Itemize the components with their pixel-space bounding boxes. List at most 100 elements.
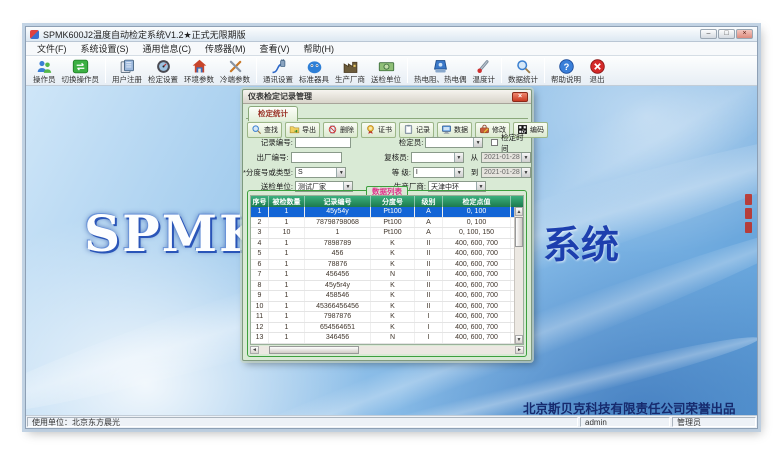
table-cell: 1 [269, 207, 305, 217]
table-row[interactable]: 71456456NII400, 600, 700 [251, 270, 523, 281]
table-row[interactable]: 141547s56s5sKII180, 300, 500 [251, 344, 523, 346]
table-body: 1145y54yPt100A0, 1002178798798068Pt100A0… [251, 207, 523, 345]
toolbar-button-money[interactable]: 送检单位 [368, 57, 404, 85]
house-icon [191, 58, 208, 76]
scroll-left-arrow[interactable]: ◄ [250, 346, 259, 354]
table-cell: 1 [269, 249, 305, 259]
from-date-picker[interactable]: 2021-01-28▼ [481, 152, 531, 163]
horizontal-scrollbar[interactable]: ◄ ► [250, 346, 524, 354]
menu-item[interactable]: 查看(V) [253, 41, 297, 56]
column-header[interactable]: 检定点值 [443, 196, 511, 207]
scroll-right-arrow[interactable]: ► [515, 346, 524, 354]
to-date-picker[interactable]: 2021-01-28▼ [481, 167, 531, 178]
maximize-button[interactable]: □ [718, 29, 735, 39]
table-row[interactable]: 131346456NI400, 600, 700 [251, 333, 523, 344]
close-button[interactable]: × [736, 29, 753, 39]
toolbar-button-exit[interactable]: 退出 [584, 57, 610, 85]
grade-combo[interactable]: I▼ [413, 167, 464, 178]
register-icon [119, 58, 136, 76]
reviewer-label: 复核员: [345, 152, 409, 163]
toolbar-button-plug[interactable]: 通讯设置 [260, 57, 296, 85]
table-cell: 1 [269, 291, 305, 301]
record-no-input[interactable] [295, 137, 351, 148]
toolbar-button-gauge[interactable]: 检定设置 [145, 57, 181, 85]
menu-item[interactable]: 传感器(M) [198, 41, 253, 56]
vertical-scrollbar[interactable]: ▲ ▼ [514, 207, 523, 344]
toolbar-separator [544, 58, 545, 83]
table-row[interactable]: 417898789KII400, 600, 700 [251, 239, 523, 250]
table-row[interactable]: 51456KII400, 600, 700 [251, 249, 523, 260]
dialog-close-button[interactable]: × [512, 92, 528, 102]
table-cell: N [371, 270, 415, 280]
table-row[interactable]: 10145366456456KII400, 600, 700 [251, 302, 523, 313]
table-cell: 400, 600, 700 [443, 323, 511, 333]
table-cell: 10 [251, 302, 269, 312]
toolbar-button-magnifier[interactable]: 数据统计 [505, 57, 541, 85]
column-header[interactable]: 序号 [251, 196, 269, 207]
table-cell: 458546 [305, 291, 371, 301]
toolbar-button-switch[interactable]: 切换操作员 [59, 57, 103, 85]
vertical-scroll-thumb[interactable] [515, 217, 523, 247]
table-cell: 45y5r4y [305, 281, 371, 291]
factory-no-input[interactable] [291, 152, 343, 163]
toolbar-separator [256, 58, 257, 83]
table-cell: K [371, 260, 415, 270]
table-header-row: 序号被检数量记录编号分度号级别检定点值 [251, 196, 523, 207]
table-cell: 45y54y [305, 207, 371, 217]
table-cell: 0, 100, 150 [443, 228, 511, 238]
toolbar-button-sensor[interactable]: 热电阻、热电偶 [411, 57, 470, 85]
table-cell: 8 [251, 281, 269, 291]
record-no-label: 记录编号: [243, 137, 293, 148]
toolbar-button-thermometer[interactable]: 温度计 [470, 57, 499, 85]
table-cell: Pt100 [371, 218, 415, 228]
table-row[interactable]: 3101Pt100A0, 100, 150 [251, 228, 523, 239]
menu-item[interactable]: 通用信息(C) [136, 41, 199, 56]
toolbar-button-label: 标准器具 [299, 76, 329, 84]
minimize-button[interactable]: – [700, 29, 717, 39]
table-cell: I [415, 312, 443, 322]
tab-verification-statistics[interactable]: 检定统计 [248, 106, 298, 121]
table-row[interactable]: 121654564651KI400, 600, 700 [251, 323, 523, 334]
table-row[interactable]: 1145y54yPt100A0, 100 [251, 207, 523, 218]
reviewer-combo[interactable]: ▼ [411, 152, 464, 163]
horizontal-scroll-thumb[interactable] [269, 346, 359, 354]
toolbar-separator [501, 58, 502, 83]
column-header[interactable]: 级别 [415, 196, 443, 207]
toolbar-button-meter[interactable]: 标准器具 [296, 57, 332, 85]
table-cell: A [415, 218, 443, 228]
toolbar-button-label: 操作员 [33, 76, 56, 84]
toolbar-button-register[interactable]: 用户注册 [109, 57, 145, 85]
table-row[interactable]: 2178798798068Pt100A0, 100 [251, 218, 523, 229]
verifier-combo[interactable]: ▼ [425, 137, 483, 148]
cert-icon [365, 124, 376, 137]
table-row[interactable]: 6178876KII400, 600, 700 [251, 260, 523, 271]
column-header[interactable]: 被检数量 [269, 196, 305, 207]
scroll-down-arrow[interactable]: ▼ [515, 335, 523, 344]
type-combo[interactable]: S▼ [295, 167, 346, 178]
toolbar-button-help[interactable]: ?帮助说明 [548, 57, 584, 85]
toolbar-button-factory[interactable]: 生产厂商 [332, 57, 368, 85]
table-cell: 7 [251, 270, 269, 280]
toolbar-button-users[interactable]: 操作员 [30, 57, 59, 85]
checkbox-box[interactable] [491, 139, 498, 146]
table-cell: 400, 600, 700 [443, 291, 511, 301]
toolbar-button-tools[interactable]: 冷端参数 [217, 57, 253, 85]
table-cell: 400, 600, 700 [443, 270, 511, 280]
menu-item[interactable]: 系统设置(S) [74, 41, 136, 56]
table-row[interactable]: 8145y5r4yKII400, 600, 700 [251, 281, 523, 292]
column-header[interactable]: 分度号 [371, 196, 415, 207]
data-icon [441, 124, 452, 137]
thermometer-icon [475, 58, 492, 76]
menu-item[interactable]: 文件(F) [30, 41, 74, 56]
table-row[interactable]: 1117987876KI400, 600, 700 [251, 312, 523, 323]
toolbar-button-label: 用户注册 [112, 76, 142, 84]
table-cell: 400, 600, 700 [443, 281, 511, 291]
toolbar-button-label: 生产厂商 [335, 76, 365, 84]
table-row[interactable]: 91458546KII400, 600, 700 [251, 291, 523, 302]
table-cell: 3 [251, 228, 269, 238]
menu-item[interactable]: 帮助(H) [297, 41, 342, 56]
toolbar-button-house[interactable]: 环境参数 [181, 57, 217, 85]
table-cell: 6 [251, 260, 269, 270]
scroll-up-arrow[interactable]: ▲ [515, 207, 523, 216]
column-header[interactable]: 记录编号 [305, 196, 371, 207]
